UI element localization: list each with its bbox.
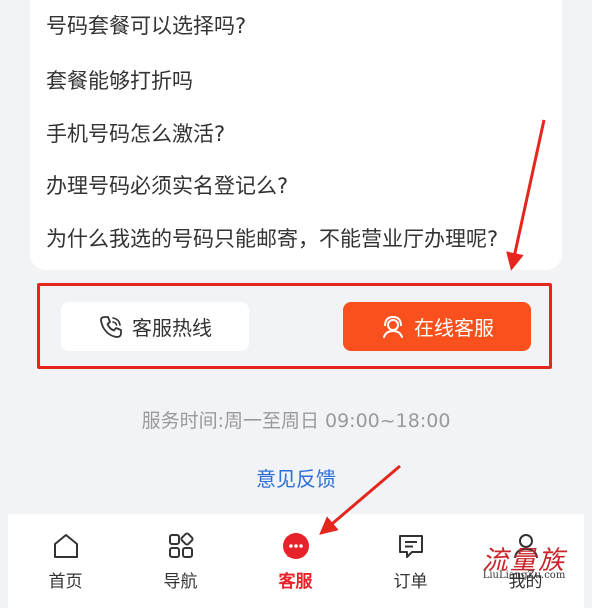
customer-service-page: 号码套餐可以选择吗? 套餐能够打折吗 手机号码怎么激活? 办理号码必须实名登记么… [0,0,592,608]
tab-label: 客服 [278,572,313,592]
phone-icon [98,314,124,340]
tab-customer-service[interactable]: 客服 [238,514,353,608]
online-service-label: 在线客服 [414,316,494,340]
feedback-link[interactable]: 意见反馈 [0,463,592,492]
tab-label: 首页 [48,572,83,592]
headset-icon [380,314,406,340]
online-service-button[interactable]: 在线客服 [343,302,531,351]
hotline-label: 客服热线 [132,316,212,340]
faq-item[interactable]: 套餐能够打折吗 [46,65,193,95]
tab-label: 订单 [393,572,428,592]
home-icon [51,531,81,561]
tab-label: 我的 [508,572,543,592]
tab-orders[interactable]: 订单 [353,514,468,608]
tab-label: 导航 [163,572,198,592]
tab-home[interactable]: 首页 [8,514,123,608]
faq-item[interactable]: 号码套餐可以选择吗? [46,10,246,40]
grid-icon [166,531,196,561]
tab-mine[interactable]: 我的 [468,514,583,608]
tab-nav[interactable]: 导航 [123,514,238,608]
faq-card: 号码套餐可以选择吗? 套餐能够打折吗 手机号码怎么激活? 办理号码必须实名登记么… [30,0,562,270]
faq-item[interactable]: 为什么我选的号码只能邮寄，不能营业厅办理呢? [46,223,498,253]
hotline-button[interactable]: 客服热线 [61,302,249,351]
chat-bubble-icon [281,531,311,561]
faq-item[interactable]: 办理号码必须实名登记么? [46,170,288,200]
bottom-tab-bar: 首页 导航 客服 订单 我的 [8,514,584,608]
user-icon [511,531,541,561]
service-time: 服务时间:周一至周日 09:00~18:00 [141,410,451,432]
faq-item[interactable]: 手机号码怎么激活? [46,118,225,148]
message-list-icon [396,531,426,561]
